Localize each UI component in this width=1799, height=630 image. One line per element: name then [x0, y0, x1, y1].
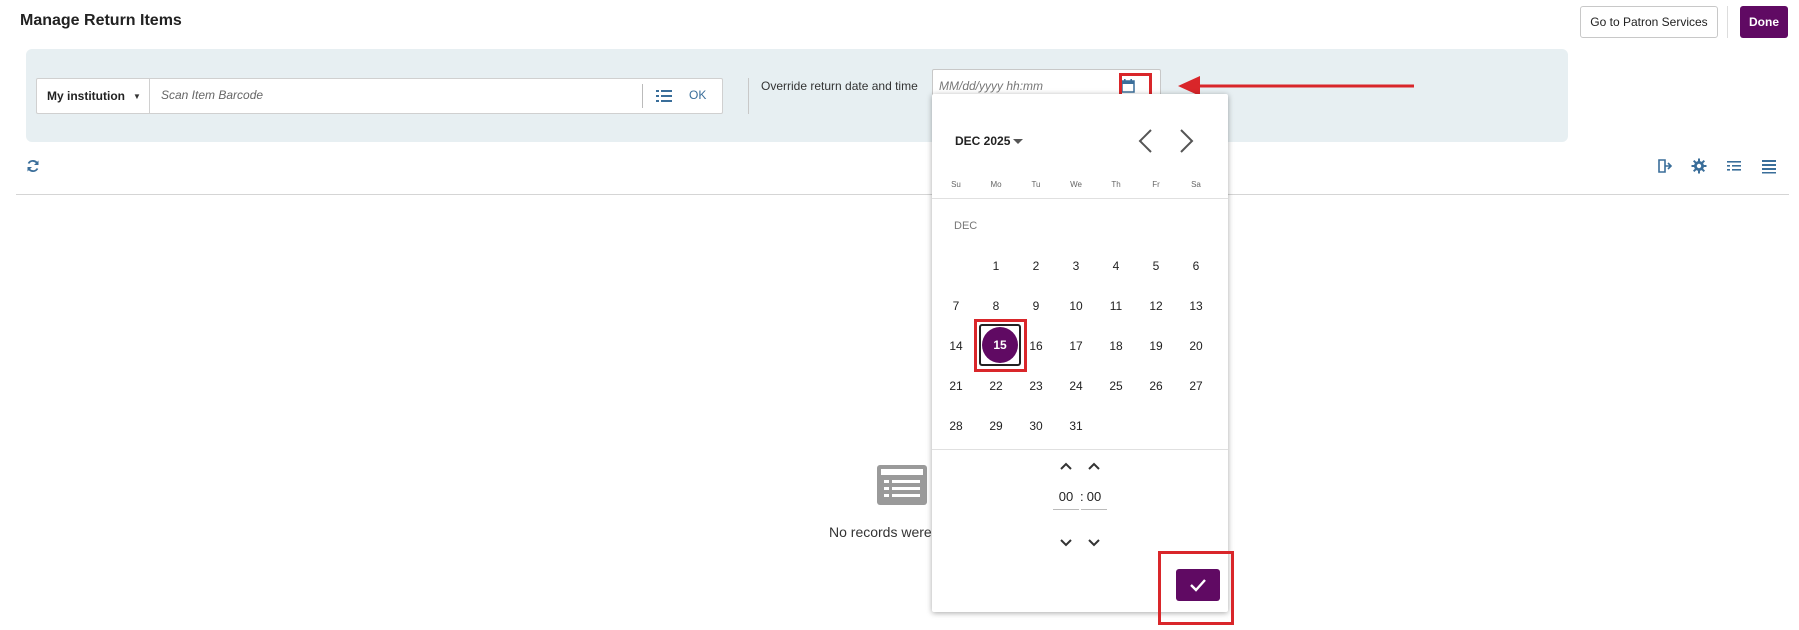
caret-down-icon[interactable] — [1013, 139, 1023, 144]
calendar-day[interactable]: 29 — [976, 406, 1016, 446]
calendar-day[interactable]: 5 — [1136, 246, 1176, 286]
calendar-day[interactable]: 6 — [1176, 246, 1216, 286]
calendar-day[interactable]: 10 — [1056, 286, 1096, 326]
done-button[interactable]: Done — [1740, 6, 1788, 38]
confirm-button-highlight — [1158, 551, 1234, 625]
override-date-label: Override return date and time — [761, 79, 918, 93]
list-icon[interactable] — [656, 89, 672, 103]
calendar-day[interactable]: 2 — [1016, 246, 1056, 286]
view-list-icon[interactable] — [1761, 158, 1777, 174]
datetime-picker-popup: DEC 2025 Su Mo Tu We Th Fr Sa DEC 1 2 3 … — [932, 94, 1228, 612]
chevron-right-icon[interactable] — [1176, 128, 1196, 154]
scan-barcode-input[interactable]: Scan Item Barcode — [161, 88, 263, 102]
filter-list-icon[interactable] — [1726, 158, 1742, 174]
calendar-day[interactable]: 4 — [1096, 246, 1136, 286]
ok-button[interactable]: OK — [689, 88, 706, 102]
calendar-day[interactable]: 30 — [1016, 406, 1056, 446]
override-date-input[interactable]: MM/dd/yyyy hh:mm — [939, 79, 1043, 93]
calendar-day[interactable]: 13 — [1176, 286, 1216, 326]
export-icon[interactable] — [1657, 158, 1673, 174]
month-year-selector[interactable]: DEC 2025 — [955, 134, 1010, 148]
weekday-label: Mo — [990, 180, 1002, 189]
calendar-day[interactable]: 18 — [1096, 326, 1136, 366]
header-divider — [1727, 6, 1728, 38]
minute-input[interactable]: 00 — [1081, 489, 1107, 510]
chevron-down-icon[interactable] — [1087, 538, 1101, 548]
month-abbrev-label: DEC — [954, 220, 978, 232]
calendar-day[interactable]: 3 — [1056, 246, 1096, 286]
weekday-label: Tu — [1031, 180, 1041, 189]
calendar-day[interactable]: 26 — [1136, 366, 1176, 406]
calendar-day[interactable]: 31 — [1056, 406, 1096, 446]
calendar-day[interactable]: 1 — [976, 246, 1016, 286]
weekday-label: Sa — [1191, 180, 1201, 189]
calendar-day[interactable]: 23 — [1016, 366, 1056, 406]
gear-icon[interactable] — [1691, 158, 1707, 174]
chevron-up-icon[interactable] — [1087, 461, 1101, 471]
page-title: Manage Return Items — [20, 12, 182, 29]
calendar-day[interactable]: 28 — [936, 406, 976, 446]
scan-separator — [642, 84, 643, 108]
hour-input[interactable]: 00 — [1053, 489, 1079, 510]
toolbar-rule — [16, 194, 1789, 195]
institution-select[interactable]: My institution ▼ — [37, 79, 150, 113]
weekday-label: Su — [951, 180, 961, 189]
scan-item-bar: My institution ▼ Scan Item Barcode OK — [36, 78, 723, 114]
records-icon — [877, 465, 927, 505]
calendar-day[interactable]: 20 — [1176, 326, 1216, 366]
calendar-day[interactable]: 14 — [936, 326, 976, 366]
calendar-day[interactable]: 21 — [936, 366, 976, 406]
weekday-label: We — [1070, 180, 1082, 189]
weekday-label: Fr — [1152, 180, 1160, 189]
chevron-down-icon[interactable] — [1059, 538, 1073, 548]
caret-down-icon: ▼ — [133, 91, 141, 101]
calendar-day[interactable]: 17 — [1056, 326, 1096, 366]
calendar-day[interactable]: 22 — [976, 366, 1016, 406]
empty-state-message: No records were — [829, 524, 932, 540]
institution-select-label: My institution — [47, 89, 125, 103]
go-to-patron-services-button[interactable]: Go to Patron Services — [1580, 6, 1718, 38]
chevron-left-icon[interactable] — [1136, 128, 1156, 154]
calendar-day[interactable]: 19 — [1136, 326, 1176, 366]
weekday-divider — [932, 198, 1228, 199]
time-divider — [932, 449, 1228, 450]
selected-day-highlight — [974, 319, 1027, 372]
calendar-day[interactable]: 27 — [1176, 366, 1216, 406]
weekday-label: Th — [1111, 180, 1121, 189]
calendar-day[interactable]: 12 — [1136, 286, 1176, 326]
panel-separator — [748, 78, 749, 114]
calendar-day[interactable]: 24 — [1056, 366, 1096, 406]
chevron-up-icon[interactable] — [1059, 461, 1073, 471]
calendar-day[interactable]: 11 — [1096, 286, 1136, 326]
calendar-day[interactable]: 25 — [1096, 366, 1136, 406]
refresh-icon[interactable] — [26, 159, 40, 173]
calendar-day[interactable]: 7 — [936, 286, 976, 326]
